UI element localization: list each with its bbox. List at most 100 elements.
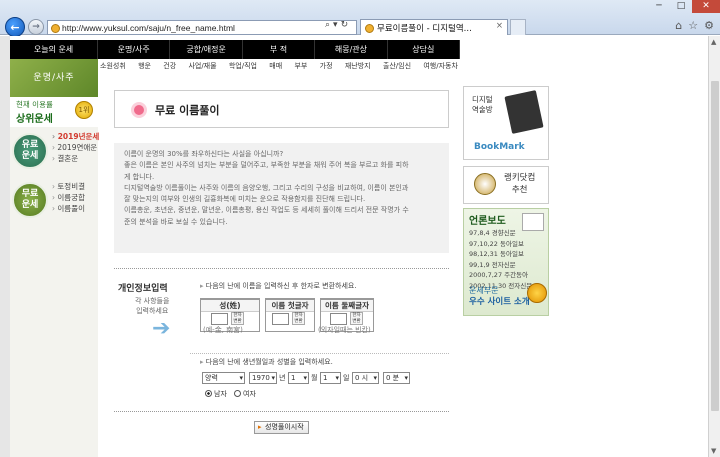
submenu-item[interactable]: 건강 <box>163 59 176 73</box>
bookmark-banner[interactable]: 디지털 역술방 BookMark <box>463 86 549 160</box>
press-banner[interactable]: 언론보도 97,8,4 경향신문 97,10,22 동아일보 98,12,31 … <box>463 208 549 316</box>
surname-hanja-button[interactable]: 한자 변환 <box>231 312 244 325</box>
award-seal-icon <box>527 283 547 303</box>
surname-hint: (예-金, 南宮) <box>203 326 243 334</box>
browser-tab[interactable]: 무료이름풀이 - 디지털역... × <box>360 19 508 35</box>
page-margin <box>0 36 10 457</box>
scroll-down-icon[interactable]: ▼ <box>711 447 716 455</box>
submenu-item[interactable]: 매매 <box>269 59 282 73</box>
surname-input[interactable] <box>211 313 228 325</box>
submenu-item[interactable]: 출산/임신 <box>383 59 411 73</box>
sidebar-item-name-match[interactable]: 이름궁합 <box>52 192 85 203</box>
submenu-item[interactable]: 가정 <box>320 59 333 73</box>
calendar-select[interactable]: 양력 <box>202 372 245 384</box>
month-select[interactable]: 1 <box>288 372 309 384</box>
vertical-scrollbar[interactable]: ▲ ▼ <box>708 36 720 457</box>
usage-promo[interactable]: 현재 이용률 상위운세 1위 <box>10 97 98 127</box>
gender-female-radio[interactable]: 여자 <box>234 389 256 399</box>
first-char-label: 이름 첫글자 <box>266 300 314 312</box>
sidebar-item-marriage[interactable]: 결혼운 <box>52 153 99 164</box>
submenu-item[interactable]: 사업/재물 <box>188 59 216 73</box>
minute-select[interactable]: 0 분 <box>383 372 410 384</box>
refresh-icon[interactable]: ↻ <box>341 20 352 30</box>
start-reading-button[interactable]: 성명풀이시작 <box>254 421 309 434</box>
rankey-badge-icon <box>474 173 496 195</box>
sidebar-item-2019-love[interactable]: 2019연애운 <box>52 142 99 153</box>
desc-line: 게 합니다. <box>124 172 155 181</box>
search-icon[interactable]: ⌕ <box>325 20 333 30</box>
press-list: 97,8,4 경향신문 97,10,22 동아일보 98,12,31 동아일보 … <box>469 228 532 291</box>
submenu-item[interactable]: 재난방지 <box>345 59 371 73</box>
female-label: 여자 <box>243 390 256 398</box>
submenu-item[interactable]: 행운 <box>138 59 151 73</box>
window-controls: ─ □ ✕ <box>648 0 720 13</box>
rankey-line2: 추천 <box>511 185 528 195</box>
first-char-input[interactable] <box>272 313 289 325</box>
free-fortune-icon: 무료 운세 <box>12 182 48 218</box>
second-char-hanja-button[interactable]: 한자 변환 <box>350 312 363 325</box>
sub-menu: 소원성취 행운 건강 사업/재물 학업/직업 매매 부부 가정 재난방지 출산/… <box>98 59 460 73</box>
radio-selected-icon <box>205 390 212 397</box>
home-icon[interactable]: ⌂ <box>675 19 682 32</box>
address-bar[interactable]: http://www.yuksul.com/saju/n_free_name.h… <box>47 20 357 35</box>
new-tab-button[interactable] <box>510 19 526 35</box>
submenu-item[interactable]: 소원성취 <box>100 59 126 73</box>
address-tools: ⌕▾↻ <box>325 20 351 30</box>
free-fortune-list: 토정비결 이름궁합 이름풀이 <box>52 181 85 214</box>
paid-fortune-label: 유료 운세 <box>21 140 39 161</box>
sidebar-item-tojeong[interactable]: 토정비결 <box>52 181 85 192</box>
close-window-button[interactable]: ✕ <box>692 0 720 13</box>
press-row: 97,8,4 경향신문 <box>469 229 516 237</box>
hour-select[interactable]: 0 시 <box>352 372 379 384</box>
scroll-up-icon[interactable]: ▲ <box>711 38 716 46</box>
menu-item-today[interactable]: 오늘의 운세 <box>10 40 98 59</box>
favorites-star-icon[interactable]: ☆ <box>688 19 698 32</box>
year-select[interactable]: 1970 <box>249 372 277 384</box>
forward-button[interactable]: → <box>28 19 44 35</box>
press-row: 98,12,31 동아일보 <box>469 250 524 258</box>
book-icon <box>504 90 544 134</box>
menu-item-gunghap[interactable]: 궁합/애정운 <box>170 40 243 59</box>
arrow-right-icon: ➔ <box>152 316 171 341</box>
back-button[interactable]: ← <box>5 17 25 37</box>
rankey-banner[interactable]: 랭키닷컴 추천 <box>463 166 549 204</box>
second-char-input[interactable] <box>330 313 347 325</box>
year-unit: 년 <box>279 374 286 382</box>
sidebar-item-name-reading[interactable]: 이름풀이 <box>52 203 85 214</box>
rankey-text: 랭키닷컴 추천 <box>504 172 535 196</box>
submenu-item[interactable]: 부부 <box>294 59 307 73</box>
gender-male-radio[interactable]: 남자 <box>205 389 227 399</box>
maximize-button[interactable]: □ <box>670 0 692 13</box>
first-char-hanja-button[interactable]: 한자 변환 <box>292 312 305 325</box>
month-unit: 월 <box>311 374 318 382</box>
menu-item-saju[interactable]: 운명/사주 <box>98 40 171 59</box>
form-section-title: 개인정보입력 <box>118 284 168 294</box>
dropdown-icon[interactable]: ▾ <box>333 20 341 30</box>
settings-gear-icon[interactable]: ⚙ <box>704 19 714 32</box>
browser-chrome: ─ □ ✕ ← → http://www.yuksul.com/saju/n_f… <box>0 0 720 37</box>
second-char-hint: (외자일때는 빈칸) <box>318 326 371 334</box>
back-arrow-icon: ← <box>10 20 20 34</box>
day-select[interactable]: 1 <box>320 372 341 384</box>
toolbar-icons: ⌂ ☆ ⚙ <box>675 19 714 32</box>
menu-item-bujeok[interactable]: 부 적 <box>243 40 316 59</box>
sidebar-item-2019-fortune[interactable]: 2019년운세 <box>52 131 100 142</box>
promo-line2: 상위운세 <box>16 114 53 125</box>
tab-close-icon[interactable]: × <box>496 21 503 31</box>
submenu-item[interactable]: 여행/자동차 <box>423 59 458 73</box>
menu-item-consult[interactable]: 상담실 <box>388 40 461 59</box>
url-text: http://www.yuksul.com/saju/n_free_name.h… <box>62 23 235 33</box>
title-bullet-icon <box>131 102 147 118</box>
form-divider-top <box>114 268 449 269</box>
bookmark-line2: 역술방 <box>472 105 493 114</box>
desc-line: 이름총운, 초년운, 중년운, 말년운, 이름총평, 용신 작업도 등 세세히 … <box>124 206 409 215</box>
desc-line: 좋은 이름은 본인 사주의 넘치는 부분을 덜어주고, 부족한 부분을 채워 주… <box>124 161 409 170</box>
menu-item-dream[interactable]: 해몽/관상 <box>315 40 388 59</box>
page-viewport: 오늘의 운세 운명/사주 궁합/애정운 부 적 해몽/관상 상담실 소원성취 행… <box>0 36 708 457</box>
submenu-item[interactable]: 학업/직업 <box>229 59 257 73</box>
award-label: 우수 사이트 소개 <box>469 297 530 307</box>
press-row: 99,1,9 전자신문 <box>469 260 516 269</box>
press-row: 2000,7,27 주간동아 <box>469 271 529 279</box>
scroll-thumb[interactable] <box>711 81 719 411</box>
minimize-button[interactable]: ─ <box>648 0 670 13</box>
